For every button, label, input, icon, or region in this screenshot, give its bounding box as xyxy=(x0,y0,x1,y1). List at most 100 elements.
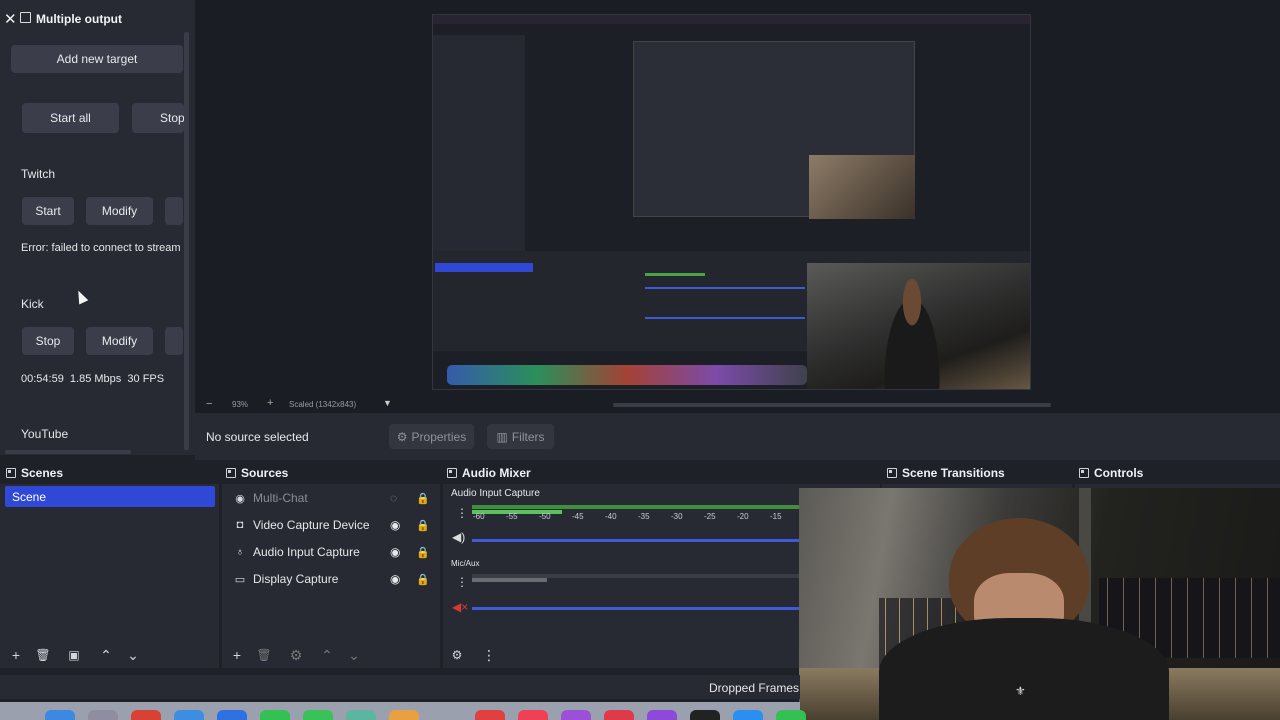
eye-icon[interactable]: ◉ xyxy=(390,518,400,532)
source-item[interactable]: ◘ Video Capture Device ◉ 🔒 xyxy=(230,514,435,536)
scale-mode[interactable]: Scaled (1342x843) xyxy=(289,400,356,409)
zoom-level: 93% xyxy=(232,400,249,409)
channel-name: Mic/Aux xyxy=(451,559,480,568)
float-icon[interactable] xyxy=(20,12,31,23)
app-icon[interactable] xyxy=(647,710,677,720)
speaker-icon[interactable]: ◀) xyxy=(452,530,465,544)
target-name-youtube: YouTube xyxy=(21,427,69,441)
meter-tick: -35 xyxy=(638,512,650,521)
volume-slider[interactable] xyxy=(472,539,802,542)
channel-name: Audio Input Capture xyxy=(451,488,540,499)
eye-icon[interactable]: ◉ xyxy=(390,572,400,586)
lock-icon[interactable]: 🔒 xyxy=(416,546,430,559)
dock-float-icon[interactable] xyxy=(1079,468,1089,478)
move-up-button[interactable]: ⌃ xyxy=(318,646,336,664)
add-source-button[interactable]: + xyxy=(228,646,246,664)
twitch-start-button[interactable]: Start xyxy=(22,197,74,225)
tv-icon[interactable] xyxy=(690,710,720,720)
start-all-button[interactable]: Start all xyxy=(22,103,119,133)
podcasts-icon[interactable] xyxy=(561,710,591,720)
add-new-target-button[interactable]: Add new target xyxy=(11,45,183,73)
scene-transitions-dock-title: Scene Transitions xyxy=(887,466,1005,480)
meter-inactive-peak xyxy=(472,578,547,582)
dock-float-icon[interactable] xyxy=(6,468,16,478)
dock-title: Multiple output xyxy=(36,12,122,26)
messages-icon[interactable] xyxy=(303,710,333,720)
kick-status: 00:54:59 1.85 Mbps 30 FPS xyxy=(21,373,165,385)
filter-icon: ▥ xyxy=(496,429,508,444)
lock-icon[interactable]: 🔒 xyxy=(416,519,430,532)
zoom-in-button[interactable]: + xyxy=(267,397,273,409)
trash-icon[interactable]: 🗑 xyxy=(255,646,273,664)
advanced-audio-icon[interactable]: ⚙ xyxy=(448,646,466,664)
kick-modify-button[interactable]: Modify xyxy=(86,327,153,355)
muted-speaker-icon[interactable]: ◀× xyxy=(452,600,468,614)
meter-tick: -25 xyxy=(704,512,716,521)
mixer-menu-icon[interactable]: ⋮ xyxy=(480,646,498,664)
scenes-dock-title: Scenes xyxy=(6,466,63,480)
scene-filters-icon[interactable]: ▣ xyxy=(65,646,83,664)
filters-button[interactable]: ▥ Filters xyxy=(487,424,554,449)
close-icon[interactable]: ✕ xyxy=(4,10,17,28)
lock-icon[interactable]: 🔒 xyxy=(416,492,430,505)
kick-more-button[interactable] xyxy=(165,327,183,355)
lock-icon[interactable]: 🔒 xyxy=(416,573,430,586)
source-item[interactable]: ◉ Multi-Chat ◌ 🔒 xyxy=(230,487,435,509)
nested-mixer-blue xyxy=(645,287,805,289)
nested-mixer-blue-2 xyxy=(645,317,805,319)
webcam-overlay: ⚜ xyxy=(799,488,1280,720)
twitch-more-button[interactable] xyxy=(165,197,183,225)
news-icon[interactable] xyxy=(604,710,634,720)
vertical-scrollbar[interactable] xyxy=(184,32,189,450)
camera-icon: ◘ xyxy=(236,519,244,531)
calendar-icon[interactable] xyxy=(475,710,505,720)
scene-item-selected[interactable]: Scene xyxy=(5,486,215,507)
photos-icon[interactable] xyxy=(389,710,419,720)
dock-float-icon[interactable] xyxy=(887,468,897,478)
channel-menu-icon[interactable]: ⋮ xyxy=(456,506,468,520)
meter-tick: -50 xyxy=(539,512,551,521)
app-icon[interactable] xyxy=(776,710,806,720)
channel-menu-icon[interactable]: ⋮ xyxy=(456,575,468,589)
twitch-modify-button[interactable]: Modify xyxy=(86,197,153,225)
chevron-down-icon[interactable]: ▼ xyxy=(383,398,392,408)
maps-icon[interactable] xyxy=(346,710,376,720)
nested-dock-panel xyxy=(433,35,525,255)
source-item[interactable]: ▭ Display Capture ◉ 🔒 xyxy=(230,568,435,590)
eye-hidden-icon[interactable]: ◌ xyxy=(390,491,397,505)
source-item[interactable]: ♁ Audio Input Capture ◉ 🔒 xyxy=(230,541,435,563)
audio-mixer-dock-title: Audio Mixer xyxy=(447,466,531,480)
move-down-button[interactable]: ⌄ xyxy=(124,646,142,664)
browser-icon: ◉ xyxy=(235,492,245,505)
finder-icon[interactable] xyxy=(45,710,75,720)
twitch-status: Error: failed to connect to stream xyxy=(21,242,181,254)
dock-float-icon[interactable] xyxy=(226,468,236,478)
trash-icon[interactable]: 🗑 xyxy=(34,646,52,664)
move-down-button[interactable]: ⌄ xyxy=(345,646,363,664)
music-icon[interactable] xyxy=(518,710,548,720)
macos-menubar xyxy=(433,15,1030,24)
facetime-icon[interactable] xyxy=(260,710,290,720)
mail-icon[interactable] xyxy=(217,710,247,720)
horizontal-scrollbar[interactable] xyxy=(5,450,131,454)
preview-scrollbar[interactable] xyxy=(613,403,1051,407)
appstore-icon[interactable] xyxy=(733,710,763,720)
stop-all-button[interactable]: Stop xyxy=(132,103,184,133)
preview-display[interactable] xyxy=(432,14,1031,390)
chrome-icon[interactable] xyxy=(131,710,161,720)
move-up-button[interactable]: ⌃ xyxy=(97,646,115,664)
nested-scene-selected xyxy=(435,263,533,272)
controls-dock-title: Controls xyxy=(1079,466,1143,480)
eye-icon[interactable]: ◉ xyxy=(390,545,400,559)
target-name-twitch: Twitch xyxy=(21,167,56,181)
zoom-out-button[interactable]: − xyxy=(206,398,212,410)
gear-icon[interactable]: ⚙ xyxy=(287,646,305,664)
properties-button[interactable]: ⚙ Properties xyxy=(389,424,474,449)
add-scene-button[interactable]: + xyxy=(7,646,25,664)
launchpad-icon[interactable] xyxy=(88,710,118,720)
volume-slider[interactable] xyxy=(472,607,802,610)
kick-stop-button[interactable]: Stop xyxy=(22,327,74,355)
dropped-frames: Dropped Frames 0 xyxy=(709,681,799,695)
dock-float-icon[interactable] xyxy=(447,468,457,478)
safari-icon[interactable] xyxy=(174,710,204,720)
